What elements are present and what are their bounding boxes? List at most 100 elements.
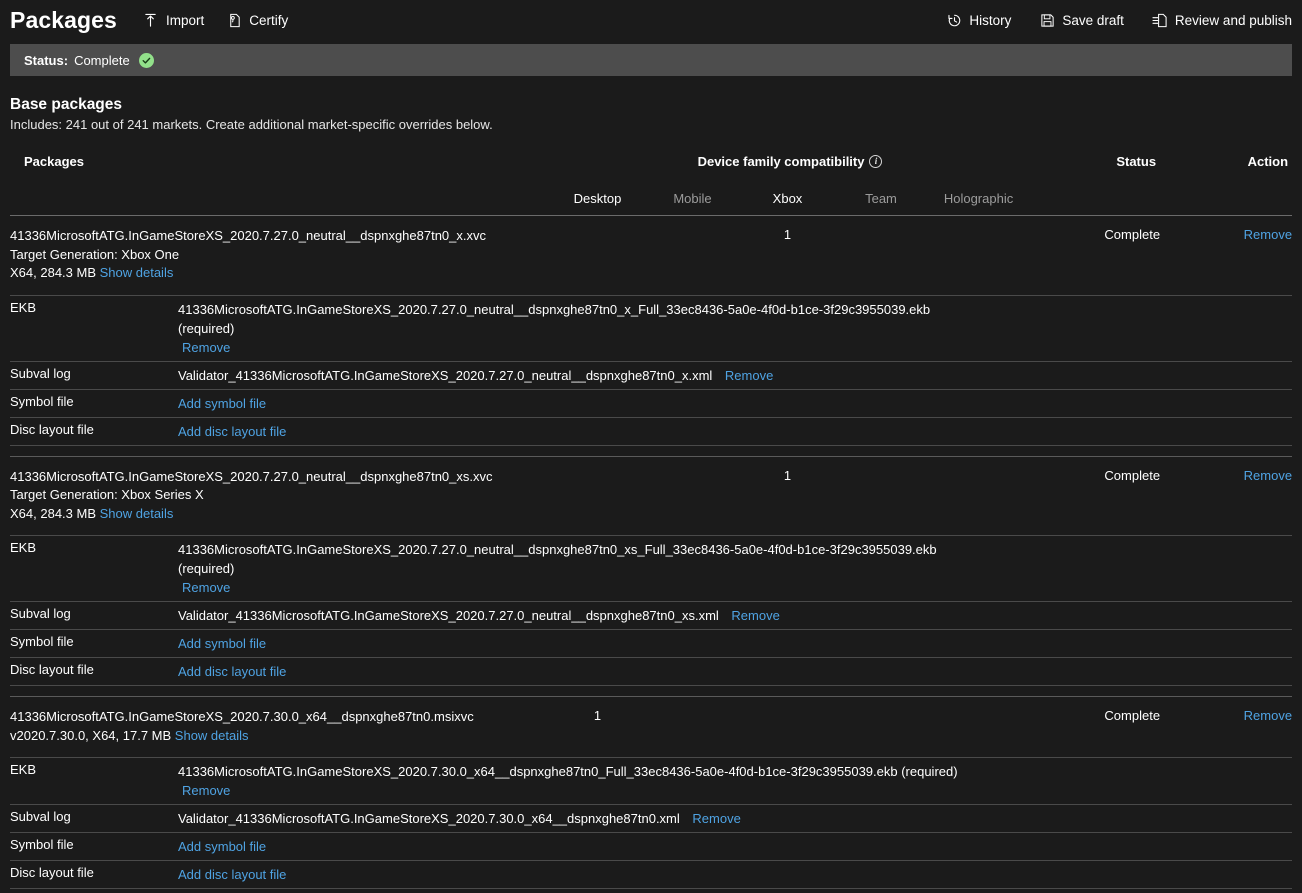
status-label: Status: [24, 53, 68, 68]
ekb-filename: 41336MicrosoftATG.InGameStoreXS_2020.7.3… [178, 762, 1292, 781]
subheader-spacer [10, 175, 550, 216]
compat-team [835, 697, 927, 758]
package-meta-2-line: X64, 284.3 MB Show details [10, 505, 550, 524]
page-title: Packages [10, 7, 117, 34]
show-details-link[interactable]: Show details [100, 265, 174, 280]
save-draft-label: Save draft [1062, 13, 1124, 28]
detail-host: EKB 41336MicrosoftATG.InGameStoreXS_2020… [10, 757, 1292, 893]
compat-mobile [645, 456, 740, 535]
review-and-publish-label: Review and publish [1175, 13, 1292, 28]
package-filename: 41336MicrosoftATG.InGameStoreXS_2020.7.2… [10, 468, 550, 487]
certify-icon [226, 12, 242, 28]
detail-label-symbol: Symbol file [10, 389, 178, 417]
detail-label-symbol: Symbol file [10, 833, 178, 861]
remove-subval-link[interactable]: Remove [692, 811, 740, 826]
package-status: Complete [1030, 697, 1160, 758]
package-name-cell: 41336MicrosoftATG.InGameStoreXS_2020.7.2… [10, 216, 550, 295]
certify-button[interactable]: Certify [226, 12, 288, 28]
compat-holographic [927, 697, 1030, 758]
import-icon [143, 12, 159, 28]
compat-mobile [645, 216, 740, 295]
compat-team [835, 456, 927, 535]
base-packages-section: Base packages Includes: 241 out of 241 m… [0, 76, 1302, 132]
detail-value-ekb: 41336MicrosoftATG.InGameStoreXS_2020.7.3… [178, 758, 1292, 805]
add-symbol-file-link[interactable]: Add symbol file [178, 636, 266, 651]
detail-label-subval: Subval log [10, 602, 178, 630]
detail-symbol: Symbol file Add symbol file [10, 833, 1292, 861]
history-button[interactable]: History [946, 12, 1011, 28]
add-disc-layout-file-link[interactable]: Add disc layout file [178, 867, 286, 882]
package-detail-table: EKB 41336MicrosoftATG.InGameStoreXS_2020… [10, 295, 1292, 446]
add-symbol-file-link[interactable]: Add symbol file [178, 839, 266, 854]
detail-subval: Subval log Validator_41336MicrosoftATG.I… [10, 602, 1292, 630]
col-header-packages: Packages [10, 154, 550, 175]
detail-symbol: Symbol file Add symbol file [10, 630, 1292, 658]
remove-package-link[interactable]: Remove [1244, 468, 1292, 483]
subcol-xbox: Xbox [740, 175, 835, 216]
col-header-action: Action [1160, 154, 1292, 175]
certify-label: Certify [249, 13, 288, 28]
info-icon[interactable]: i [869, 155, 882, 168]
package-meta-2: X64, 284.3 MB [10, 506, 96, 521]
publish-icon [1152, 12, 1168, 28]
detail-value-disc: Add disc layout file [178, 417, 1292, 445]
remove-ekb-link[interactable]: Remove [182, 783, 230, 798]
top-command-bar: Packages Import Certify History Save dra… [0, 0, 1302, 40]
compat-xbox: 1 [740, 216, 835, 295]
detail-value-ekb: 41336MicrosoftATG.InGameStoreXS_2020.7.2… [178, 536, 1292, 602]
detail-value-ekb: 41336MicrosoftATG.InGameStoreXS_2020.7.2… [178, 295, 1292, 361]
col-header-status: Status [1030, 154, 1160, 175]
subheader-status-spacer [1030, 175, 1160, 216]
detail-row: EKB 41336MicrosoftATG.InGameStoreXS_2020… [10, 295, 1292, 457]
save-draft-button[interactable]: Save draft [1039, 12, 1124, 28]
section-subtext: Includes: 241 out of 241 markets. Create… [10, 117, 1292, 132]
ekb-required: (required) [178, 559, 1292, 578]
add-disc-layout-file-link[interactable]: Add disc layout file [178, 664, 286, 679]
compat-holographic [927, 216, 1030, 295]
remove-ekb-link[interactable]: Remove [182, 340, 230, 355]
detail-disc: Disc layout file Add disc layout file [10, 861, 1292, 889]
detail-label-ekb: EKB [10, 758, 178, 805]
history-label: History [969, 13, 1011, 28]
detail-label-ekb: EKB [10, 536, 178, 602]
subcol-team: Team [835, 175, 927, 216]
show-details-link[interactable]: Show details [175, 728, 249, 743]
detail-value-symbol: Add symbol file [178, 833, 1292, 861]
package-status: Complete [1030, 456, 1160, 535]
review-and-publish-button[interactable]: Review and publish [1152, 12, 1292, 28]
detail-row: EKB 41336MicrosoftATG.InGameStoreXS_2020… [10, 757, 1292, 893]
ekb-required: (required) [178, 319, 1292, 338]
package-meta-2-line: v2020.7.30.0, X64, 17.7 MB Show details [10, 727, 550, 746]
remove-package-link[interactable]: Remove [1244, 227, 1292, 242]
package-detail-table: EKB 41336MicrosoftATG.InGameStoreXS_2020… [10, 757, 1292, 889]
package-meta-1: Target Generation: Xbox Series X [10, 486, 550, 505]
ekb-filename: 41336MicrosoftATG.InGameStoreXS_2020.7.2… [178, 540, 1292, 559]
add-symbol-file-link[interactable]: Add symbol file [178, 396, 266, 411]
package-filename: 41336MicrosoftATG.InGameStoreXS_2020.7.3… [10, 708, 550, 727]
compat-desktop [550, 216, 645, 295]
show-details-link[interactable]: Show details [100, 506, 174, 521]
package-action-cell: Remove [1160, 216, 1292, 295]
package-detail-table: EKB 41336MicrosoftATG.InGameStoreXS_2020… [10, 535, 1292, 686]
remove-ekb-link[interactable]: Remove [182, 580, 230, 595]
import-button[interactable]: Import [143, 12, 204, 28]
ekb-filename: 41336MicrosoftATG.InGameStoreXS_2020.7.2… [178, 300, 1292, 319]
add-disc-layout-file-link[interactable]: Add disc layout file [178, 424, 286, 439]
remove-package-link[interactable]: Remove [1244, 708, 1292, 723]
compat-desktop [550, 456, 645, 535]
detail-label-subval: Subval log [10, 805, 178, 833]
remove-subval-link[interactable]: Remove [731, 608, 779, 623]
detail-host: EKB 41336MicrosoftATG.InGameStoreXS_2020… [10, 295, 1292, 457]
remove-subval-link[interactable]: Remove [725, 368, 773, 383]
header-row-subcolumns: Desktop Mobile Xbox Team Holographic [10, 175, 1292, 216]
history-icon [946, 12, 962, 28]
package-name-cell: 41336MicrosoftATG.InGameStoreXS_2020.7.3… [10, 697, 550, 758]
detail-ekb: EKB 41336MicrosoftATG.InGameStoreXS_2020… [10, 295, 1292, 361]
packages-table: Packages Device family compatibility i S… [10, 154, 1292, 893]
compat-xbox [740, 697, 835, 758]
status-bar: Status: Complete [10, 44, 1292, 76]
subcol-desktop: Desktop [550, 175, 645, 216]
table-row: 41336MicrosoftATG.InGameStoreXS_2020.7.3… [10, 697, 1292, 758]
save-icon [1039, 12, 1055, 28]
compat-team [835, 216, 927, 295]
